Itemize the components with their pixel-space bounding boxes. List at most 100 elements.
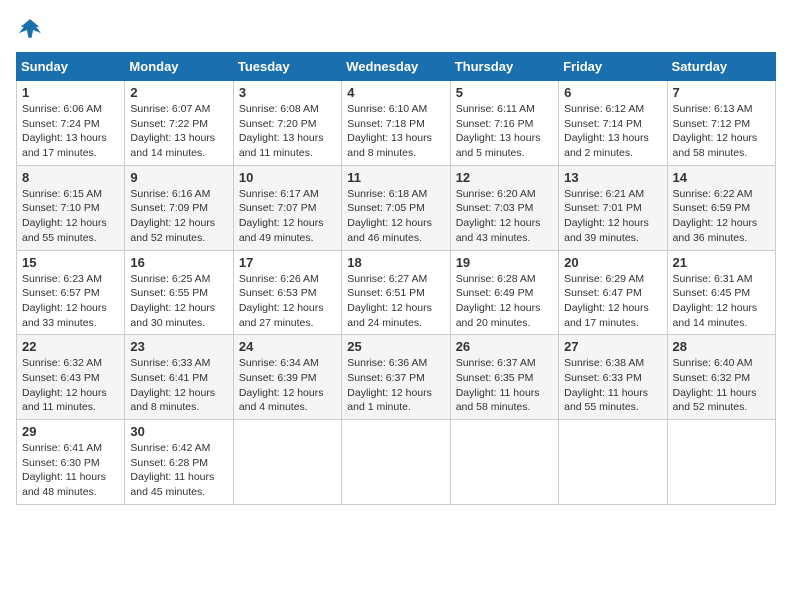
header (16, 16, 776, 44)
day-number: 22 (22, 339, 119, 354)
day-number: 20 (564, 255, 661, 270)
weekday-header-monday: Monday (125, 53, 233, 81)
calendar-cell: 30 Sunrise: 6:42 AMSunset: 6:28 PMDaylig… (125, 420, 233, 505)
cell-info: Sunrise: 6:25 AMSunset: 6:55 PMDaylight:… (130, 273, 215, 329)
day-number: 9 (130, 170, 227, 185)
calendar-cell (667, 420, 775, 505)
calendar-cell (233, 420, 341, 505)
day-number: 1 (22, 85, 119, 100)
cell-info: Sunrise: 6:06 AMSunset: 7:24 PMDaylight:… (22, 103, 107, 159)
day-number: 17 (239, 255, 336, 270)
day-number: 8 (22, 170, 119, 185)
weekday-header-thursday: Thursday (450, 53, 558, 81)
cell-info: Sunrise: 6:34 AMSunset: 6:39 PMDaylight:… (239, 357, 324, 413)
cell-info: Sunrise: 6:31 AMSunset: 6:45 PMDaylight:… (673, 273, 758, 329)
calendar-table: SundayMondayTuesdayWednesdayThursdayFrid… (16, 52, 776, 505)
day-number: 26 (456, 339, 553, 354)
calendar-cell: 16 Sunrise: 6:25 AMSunset: 6:55 PMDaylig… (125, 250, 233, 335)
calendar-cell: 22 Sunrise: 6:32 AMSunset: 6:43 PMDaylig… (17, 335, 125, 420)
day-number: 29 (22, 424, 119, 439)
calendar-cell: 15 Sunrise: 6:23 AMSunset: 6:57 PMDaylig… (17, 250, 125, 335)
cell-info: Sunrise: 6:20 AMSunset: 7:03 PMDaylight:… (456, 188, 541, 244)
calendar-cell: 8 Sunrise: 6:15 AMSunset: 7:10 PMDayligh… (17, 165, 125, 250)
calendar-cell: 17 Sunrise: 6:26 AMSunset: 6:53 PMDaylig… (233, 250, 341, 335)
logo (16, 16, 48, 44)
cell-info: Sunrise: 6:37 AMSunset: 6:35 PMDaylight:… (456, 357, 540, 413)
cell-info: Sunrise: 6:40 AMSunset: 6:32 PMDaylight:… (673, 357, 757, 413)
day-number: 24 (239, 339, 336, 354)
calendar-cell: 29 Sunrise: 6:41 AMSunset: 6:30 PMDaylig… (17, 420, 125, 505)
day-number: 23 (130, 339, 227, 354)
calendar-cell: 24 Sunrise: 6:34 AMSunset: 6:39 PMDaylig… (233, 335, 341, 420)
calendar-cell: 25 Sunrise: 6:36 AMSunset: 6:37 PMDaylig… (342, 335, 450, 420)
day-number: 14 (673, 170, 770, 185)
day-number: 25 (347, 339, 444, 354)
calendar-cell: 2 Sunrise: 6:07 AMSunset: 7:22 PMDayligh… (125, 81, 233, 166)
cell-info: Sunrise: 6:07 AMSunset: 7:22 PMDaylight:… (130, 103, 215, 159)
cell-info: Sunrise: 6:26 AMSunset: 6:53 PMDaylight:… (239, 273, 324, 329)
day-number: 12 (456, 170, 553, 185)
cell-info: Sunrise: 6:29 AMSunset: 6:47 PMDaylight:… (564, 273, 649, 329)
day-number: 3 (239, 85, 336, 100)
day-number: 10 (239, 170, 336, 185)
calendar-cell: 9 Sunrise: 6:16 AMSunset: 7:09 PMDayligh… (125, 165, 233, 250)
calendar-cell (450, 420, 558, 505)
day-number: 30 (130, 424, 227, 439)
calendar-cell: 20 Sunrise: 6:29 AMSunset: 6:47 PMDaylig… (559, 250, 667, 335)
cell-info: Sunrise: 6:42 AMSunset: 6:28 PMDaylight:… (130, 442, 214, 498)
day-number: 27 (564, 339, 661, 354)
weekday-header-wednesday: Wednesday (342, 53, 450, 81)
cell-info: Sunrise: 6:13 AMSunset: 7:12 PMDaylight:… (673, 103, 758, 159)
day-number: 13 (564, 170, 661, 185)
cell-info: Sunrise: 6:16 AMSunset: 7:09 PMDaylight:… (130, 188, 215, 244)
cell-info: Sunrise: 6:41 AMSunset: 6:30 PMDaylight:… (22, 442, 106, 498)
day-number: 21 (673, 255, 770, 270)
calendar-cell: 11 Sunrise: 6:18 AMSunset: 7:05 PMDaylig… (342, 165, 450, 250)
weekday-header-tuesday: Tuesday (233, 53, 341, 81)
cell-info: Sunrise: 6:15 AMSunset: 7:10 PMDaylight:… (22, 188, 107, 244)
cell-info: Sunrise: 6:18 AMSunset: 7:05 PMDaylight:… (347, 188, 432, 244)
cell-info: Sunrise: 6:22 AMSunset: 6:59 PMDaylight:… (673, 188, 758, 244)
calendar-cell: 3 Sunrise: 6:08 AMSunset: 7:20 PMDayligh… (233, 81, 341, 166)
cell-info: Sunrise: 6:12 AMSunset: 7:14 PMDaylight:… (564, 103, 649, 159)
logo-icon (16, 16, 44, 44)
calendar-cell: 23 Sunrise: 6:33 AMSunset: 6:41 PMDaylig… (125, 335, 233, 420)
cell-info: Sunrise: 6:21 AMSunset: 7:01 PMDaylight:… (564, 188, 649, 244)
cell-info: Sunrise: 6:38 AMSunset: 6:33 PMDaylight:… (564, 357, 648, 413)
cell-info: Sunrise: 6:32 AMSunset: 6:43 PMDaylight:… (22, 357, 107, 413)
day-number: 2 (130, 85, 227, 100)
weekday-header-sunday: Sunday (17, 53, 125, 81)
calendar-cell: 1 Sunrise: 6:06 AMSunset: 7:24 PMDayligh… (17, 81, 125, 166)
calendar-cell (559, 420, 667, 505)
cell-info: Sunrise: 6:08 AMSunset: 7:20 PMDaylight:… (239, 103, 324, 159)
calendar-cell: 19 Sunrise: 6:28 AMSunset: 6:49 PMDaylig… (450, 250, 558, 335)
calendar-cell: 27 Sunrise: 6:38 AMSunset: 6:33 PMDaylig… (559, 335, 667, 420)
calendar-cell (342, 420, 450, 505)
calendar-cell: 7 Sunrise: 6:13 AMSunset: 7:12 PMDayligh… (667, 81, 775, 166)
weekday-header-friday: Friday (559, 53, 667, 81)
cell-info: Sunrise: 6:23 AMSunset: 6:57 PMDaylight:… (22, 273, 107, 329)
calendar-cell: 26 Sunrise: 6:37 AMSunset: 6:35 PMDaylig… (450, 335, 558, 420)
day-number: 5 (456, 85, 553, 100)
calendar-cell: 4 Sunrise: 6:10 AMSunset: 7:18 PMDayligh… (342, 81, 450, 166)
cell-info: Sunrise: 6:17 AMSunset: 7:07 PMDaylight:… (239, 188, 324, 244)
day-number: 11 (347, 170, 444, 185)
day-number: 7 (673, 85, 770, 100)
day-number: 28 (673, 339, 770, 354)
day-number: 19 (456, 255, 553, 270)
cell-info: Sunrise: 6:10 AMSunset: 7:18 PMDaylight:… (347, 103, 432, 159)
day-number: 15 (22, 255, 119, 270)
calendar-cell: 12 Sunrise: 6:20 AMSunset: 7:03 PMDaylig… (450, 165, 558, 250)
cell-info: Sunrise: 6:36 AMSunset: 6:37 PMDaylight:… (347, 357, 432, 413)
day-number: 18 (347, 255, 444, 270)
day-number: 4 (347, 85, 444, 100)
day-number: 6 (564, 85, 661, 100)
cell-info: Sunrise: 6:28 AMSunset: 6:49 PMDaylight:… (456, 273, 541, 329)
calendar-cell: 10 Sunrise: 6:17 AMSunset: 7:07 PMDaylig… (233, 165, 341, 250)
calendar-cell: 13 Sunrise: 6:21 AMSunset: 7:01 PMDaylig… (559, 165, 667, 250)
cell-info: Sunrise: 6:27 AMSunset: 6:51 PMDaylight:… (347, 273, 432, 329)
weekday-header-saturday: Saturday (667, 53, 775, 81)
cell-info: Sunrise: 6:11 AMSunset: 7:16 PMDaylight:… (456, 103, 541, 159)
calendar-cell: 18 Sunrise: 6:27 AMSunset: 6:51 PMDaylig… (342, 250, 450, 335)
day-number: 16 (130, 255, 227, 270)
